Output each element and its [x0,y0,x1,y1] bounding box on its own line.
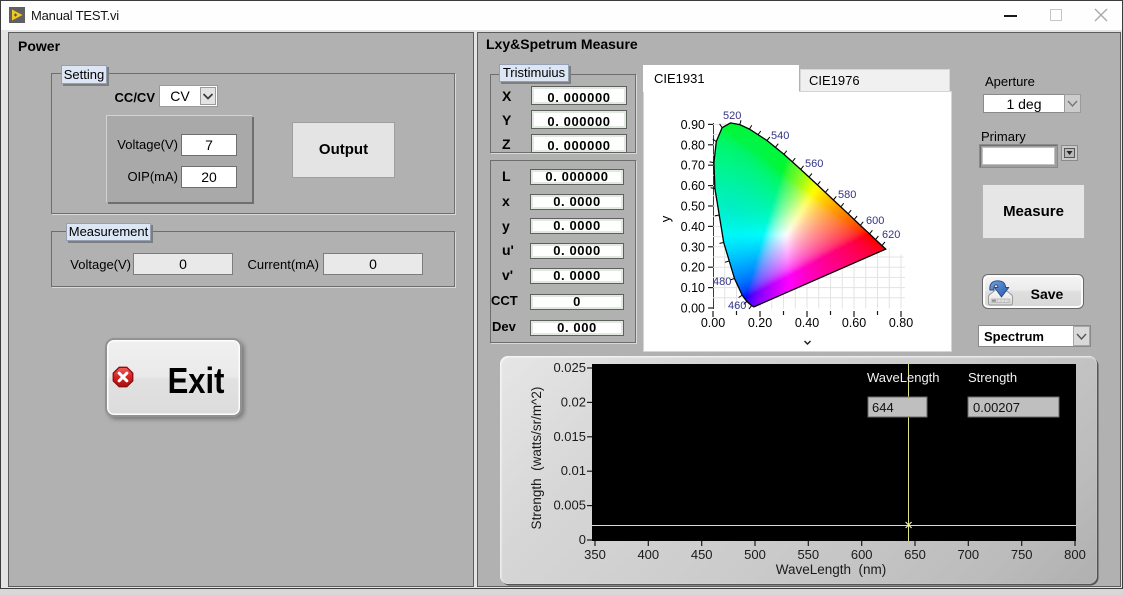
svg-text:0.00207: 0.00207 [973,400,1020,415]
svg-text:0.20: 0.20 [748,316,772,330]
svg-text:0.30: 0.30 [681,240,705,254]
svg-text:Strength (watts/sr/m^2): Strength (watts/sr/m^2) [529,387,544,530]
svg-text:450: 450 [691,547,713,562]
svg-text:600: 600 [851,547,873,562]
svg-text:540: 540 [771,130,789,142]
svg-text:y: y [658,215,673,222]
svg-text:0.60: 0.60 [842,316,866,330]
svg-text:750: 750 [1011,547,1033,562]
svg-text:0.90: 0.90 [681,118,705,132]
svg-text:580: 580 [838,189,856,201]
svg-text:550: 550 [797,547,819,562]
svg-text:Strength: Strength [968,370,1017,385]
svg-text:0: 0 [579,532,586,547]
svg-text:400: 400 [637,547,659,562]
svg-text:500: 500 [744,547,766,562]
svg-text:0.60: 0.60 [681,179,705,193]
svg-text:460: 460 [728,300,746,312]
svg-text:0.70: 0.70 [681,159,705,173]
svg-text:0.005: 0.005 [553,498,586,513]
svg-text:0.00: 0.00 [681,302,705,316]
svg-text:0.80: 0.80 [889,316,913,330]
svg-text:0.50: 0.50 [681,200,705,214]
svg-text:560: 560 [805,158,823,170]
svg-text:0.20: 0.20 [681,261,705,275]
svg-text:650: 650 [904,547,926,562]
svg-text:0.00: 0.00 [701,316,725,330]
svg-text:0.40: 0.40 [795,316,819,330]
svg-text:0.80: 0.80 [681,138,705,152]
svg-text:700: 700 [957,547,979,562]
svg-text:644: 644 [872,400,894,415]
svg-text:0.015: 0.015 [553,429,586,444]
svg-text:800: 800 [1064,547,1086,562]
svg-text:WaveLength: WaveLength [867,370,940,385]
svg-text:WaveLength (nm): WaveLength (nm) [776,562,887,577]
svg-text:0.10: 0.10 [681,281,705,295]
svg-text:0.025: 0.025 [553,360,586,375]
svg-text:0.40: 0.40 [681,220,705,234]
svg-text:350: 350 [584,547,606,562]
svg-text:0.02: 0.02 [561,394,586,409]
svg-text:0.01: 0.01 [561,463,586,478]
svg-text:620: 620 [882,229,900,241]
svg-text:520: 520 [723,110,741,122]
svg-text:600: 600 [866,215,884,227]
svg-text:480: 480 [713,276,731,288]
